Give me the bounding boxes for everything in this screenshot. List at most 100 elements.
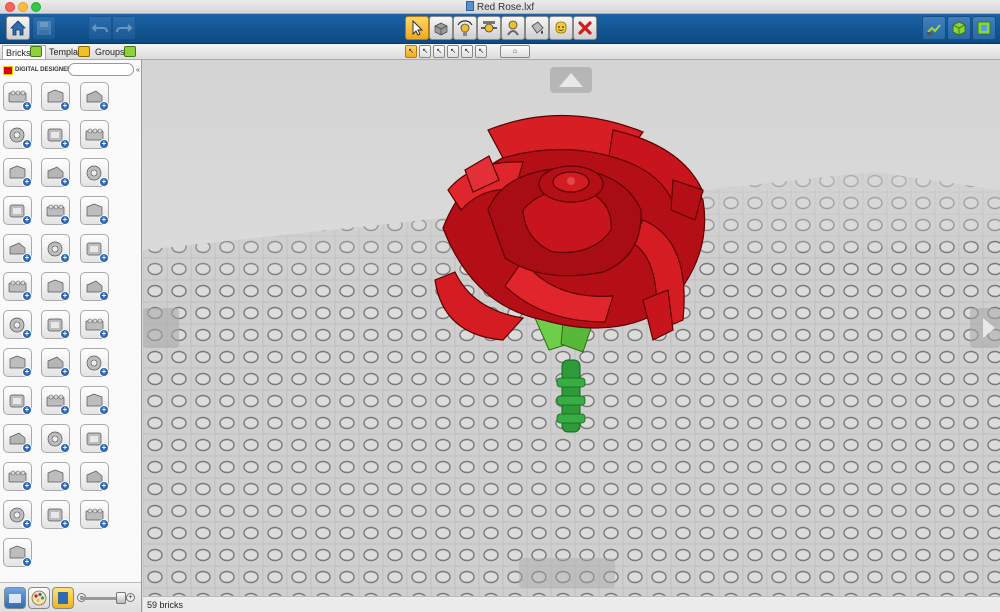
expand-group-icon: +	[60, 443, 70, 453]
paint-tool-button[interactable]	[525, 16, 549, 40]
select-shape-mode[interactable]: ↖	[447, 45, 459, 58]
brick-propeller[interactable]: +	[41, 386, 70, 415]
camera-icon: ⌂	[512, 48, 518, 55]
brick-wheel-hub[interactable]: +	[3, 424, 32, 453]
expand-group-icon: +	[22, 101, 32, 111]
brick-technic-pin[interactable]: +	[41, 272, 70, 301]
brick-brick-corner[interactable]: +	[41, 82, 70, 111]
camera-view-button[interactable]: ⌂	[500, 45, 530, 58]
brick-view-button[interactable]	[4, 587, 26, 609]
lego-digital-designer-brand: DIGITAL DESIGNER	[3, 65, 71, 75]
select-connected-mode[interactable]: ↖	[419, 45, 431, 58]
zoom-slider-handle[interactable]	[116, 592, 126, 604]
hinge-align-tool-button[interactable]	[477, 16, 501, 40]
clone-tool-button[interactable]	[429, 16, 453, 40]
brick-pipe-segment[interactable]: +	[3, 310, 32, 339]
brick-wrench-tool[interactable]: +	[3, 348, 32, 377]
brick-dome-cap[interactable]: +	[41, 462, 70, 491]
camera-nav-down[interactable]	[519, 558, 615, 588]
3d-viewport[interactable]	[143, 60, 1000, 596]
building-guide-button[interactable]	[972, 16, 996, 40]
zoom-in-icon[interactable]: +	[126, 593, 135, 602]
undo-button[interactable]	[88, 16, 112, 40]
camera-nav-left[interactable]	[143, 308, 179, 348]
select-tool-button[interactable]	[405, 16, 429, 40]
expand-group-icon: +	[99, 215, 109, 225]
expand-group-icon: +	[60, 177, 70, 187]
expand-group-icon: +	[60, 101, 70, 111]
view-mode-button[interactable]	[947, 16, 971, 40]
document-icon	[465, 1, 474, 11]
expand-group-icon: +	[22, 519, 32, 529]
collapse-sidebar-icon[interactable]: «	[136, 67, 140, 74]
expand-group-icon: +	[99, 291, 109, 301]
brick-slope-long[interactable]: +	[80, 120, 109, 149]
brick-animal-figure[interactable]: +	[3, 538, 32, 567]
brick-round-cone[interactable]: +	[80, 424, 109, 453]
brick-minifig-torso[interactable]: +	[3, 500, 32, 529]
redo-button[interactable]	[112, 16, 136, 40]
brick-round-brick[interactable]: +	[3, 158, 32, 187]
brick-sword-hilt[interactable]: +	[80, 500, 109, 529]
build-mode-button[interactable]	[922, 16, 946, 40]
hinge-icon	[457, 20, 473, 36]
brick-technic-wheel[interactable]: +	[80, 272, 109, 301]
brick-minifigure[interactable]: +	[41, 424, 70, 453]
brick-view-icon	[9, 594, 21, 603]
brick-skeleton-part[interactable]: +	[80, 462, 109, 491]
home-icon	[10, 20, 26, 36]
brick-helmet[interactable]: +	[3, 462, 32, 491]
main-toolbar	[0, 14, 1000, 44]
undo-icon	[91, 24, 108, 33]
brick-technic-liftarm[interactable]: +	[3, 272, 32, 301]
camera-nav-right[interactable]	[970, 308, 1000, 348]
brick-tile-flat[interactable]: +	[80, 310, 109, 339]
brick-door-panel[interactable]: +	[80, 196, 109, 225]
cursor-connected-icon: ↖	[422, 48, 428, 55]
select-invert-mode[interactable]: ↖	[475, 45, 487, 58]
expand-group-icon: +	[60, 139, 70, 149]
building-guide-icon	[977, 21, 991, 35]
brick-count: 59 bricks	[147, 600, 184, 610]
brick-technic-brick-small[interactable]: +	[41, 196, 70, 225]
lego-logo-icon	[3, 65, 13, 75]
select-color-mode[interactable]: ↖	[433, 45, 445, 58]
brick-bracket-frame[interactable]: +	[80, 348, 109, 377]
scene-canvas[interactable]	[143, 60, 1000, 596]
expand-group-icon: +	[99, 519, 109, 529]
brick-hook-clip[interactable]: +	[41, 500, 70, 529]
select-single-mode[interactable]: ↖	[405, 45, 417, 58]
expand-group-icon: +	[22, 291, 32, 301]
brick-plate-holes[interactable]: +	[80, 158, 109, 187]
brick-chain-link[interactable]: +	[3, 386, 32, 415]
brick-brick-2x2[interactable]: +	[41, 158, 70, 187]
brick-search-input[interactable]	[68, 63, 134, 76]
home-button[interactable]	[6, 16, 30, 40]
expand-group-icon: +	[99, 367, 109, 377]
brick-plate-wedge[interactable]: +	[41, 120, 70, 149]
templates-tab-icon	[78, 46, 90, 57]
decoration-tool-button[interactable]	[549, 16, 573, 40]
brick-technic-brick[interactable]: +	[3, 196, 32, 225]
paint-bucket-icon	[531, 21, 544, 34]
brick-gear[interactable]: +	[3, 234, 32, 263]
expand-group-icon: +	[99, 101, 109, 111]
color-palette-icon	[31, 590, 47, 606]
flex-tool-button[interactable]	[501, 16, 525, 40]
save-button[interactable]	[32, 16, 56, 40]
hinge-tool-button[interactable]	[453, 16, 477, 40]
brick-technic-axle-connector[interactable]: +	[41, 234, 70, 263]
brick-zigzag-piece[interactable]: +	[80, 386, 109, 415]
brick-technic-beam[interactable]: +	[80, 234, 109, 263]
brick-plate-2x4[interactable]: +	[3, 120, 32, 149]
camera-nav-up[interactable]	[550, 67, 592, 93]
delete-tool-button[interactable]	[573, 16, 597, 40]
color-palette-button[interactable]	[28, 587, 50, 609]
brick-cylinder[interactable]: +	[41, 310, 70, 339]
brick-palette-sidebar: DIGITAL DESIGNER « + + + + + + + + + + + + + + + + + + + + +…	[0, 60, 142, 612]
brick-brick-1x1-slope[interactable]: +	[80, 82, 109, 111]
brick-info-button[interactable]	[52, 587, 74, 609]
brick-hose-segment[interactable]: +	[41, 348, 70, 377]
select-color-shape-mode[interactable]: ↖	[461, 45, 473, 58]
brick-brick-2x4[interactable]: +	[3, 82, 32, 111]
